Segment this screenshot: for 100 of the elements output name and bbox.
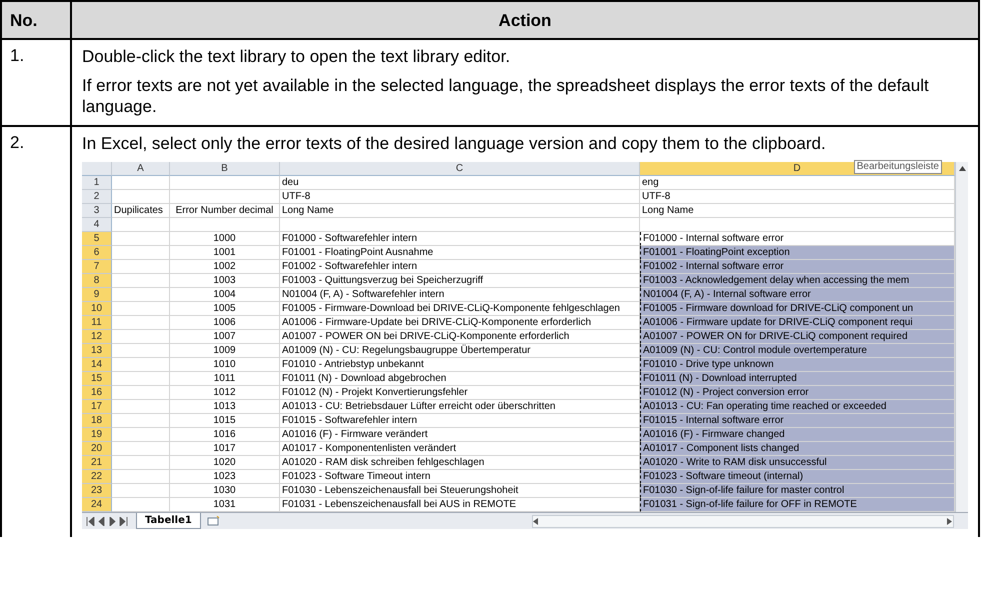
spreadsheet-cell: A01020 - RAM disk schreiben fehlgeschlagen: [280, 456, 640, 470]
spreadsheet-cell: F01012 (N) - Project conversion error: [640, 386, 955, 400]
spreadsheet-cell: [112, 414, 170, 428]
spreadsheet-cell: 1001: [170, 246, 280, 260]
spreadsheet-cell: 1004: [170, 288, 280, 302]
spreadsheet-cell: [112, 232, 170, 246]
row-header[interactable]: 5: [82, 232, 112, 246]
spreadsheet-cell: N01004 (F, A) - Internal software error: [640, 288, 955, 302]
column-header[interactable]: A: [112, 162, 170, 176]
row-header[interactable]: 21: [82, 456, 112, 470]
spreadsheet-cell: A01007 - POWER ON bei DRIVE-CLiQ-Komponente erforderlich: [280, 330, 640, 344]
row-header[interactable]: 22: [82, 470, 112, 484]
row-header[interactable]: 10: [82, 302, 112, 316]
spreadsheet-cell: [112, 260, 170, 274]
select-all-corner[interactable]: [82, 162, 112, 176]
spreadsheet-cell: [112, 274, 170, 288]
spreadsheet-cell: A01017 - Komponentenlisten verändert: [280, 442, 640, 456]
spreadsheet-cell: 1016: [170, 428, 280, 442]
scroll-right-icon: [947, 518, 953, 524]
scroll-left-icon: [533, 518, 539, 524]
spreadsheet-cell: 1031: [170, 498, 280, 512]
spreadsheet-cell: F01030 - Lebenszeichenausfall bei Steuerungshoheit: [280, 484, 640, 498]
column-letter: A: [137, 163, 144, 174]
row-header[interactable]: 7: [82, 260, 112, 274]
spreadsheet-cell: A01016 (F) - Firmware changed: [640, 428, 955, 442]
row-header[interactable]: 24: [82, 498, 112, 512]
row-header[interactable]: 17: [82, 400, 112, 414]
row-header[interactable]: 11: [82, 316, 112, 330]
spreadsheet-cell: 1017: [170, 442, 280, 456]
spreadsheet-cell: F01000 - Softwarefehler intern: [280, 232, 640, 246]
spreadsheet-cell: [112, 358, 170, 372]
column-header[interactable]: C: [280, 162, 640, 176]
spreadsheet-cell: F01015 - Softwarefehler intern: [280, 414, 640, 428]
scroll-up-icon: [958, 166, 966, 171]
spreadsheet-cell: A01009 (N) - CU: Control module overtemperature: [640, 344, 955, 358]
spreadsheet-cell: [112, 456, 170, 470]
spreadsheet-cell: F01012 (N) - Projekt Konvertierungsfehler: [280, 386, 640, 400]
row-header[interactable]: 3: [82, 204, 112, 218]
row-header[interactable]: 18: [82, 414, 112, 428]
spreadsheet-cell: [112, 442, 170, 456]
spreadsheet-cell: 1006: [170, 316, 280, 330]
tooltip: Bearbeitungsleiste: [854, 160, 942, 174]
row-header[interactable]: 1: [82, 176, 112, 190]
spreadsheet-cell: Long Name: [280, 204, 640, 218]
spreadsheet-cell: 1023: [170, 470, 280, 484]
spreadsheet-cell: A01007 - POWER ON for DRIVE-CLiQ component required: [640, 330, 955, 344]
spreadsheet-cell: A01006 - Firmware update for DRIVE-CLiQ component requi: [640, 316, 955, 330]
spreadsheet-cell: 1012: [170, 386, 280, 400]
column-header[interactable]: D Bearbeitungsleiste: [640, 162, 955, 176]
spreadsheet-cell: F01002 - Internal software error: [640, 260, 955, 274]
spreadsheet-cell: [112, 386, 170, 400]
spreadsheet-cell: F01003 - Quittungsverzug bei Speicherzugriff: [280, 274, 640, 288]
sheet-navigation-icon[interactable]: [86, 516, 130, 526]
row-header[interactable]: 12: [82, 330, 112, 344]
sheet-tab[interactable]: Tabelle1: [136, 513, 201, 529]
spreadsheet-cell: [112, 316, 170, 330]
row-header[interactable]: 23: [82, 484, 112, 498]
row-header[interactable]: 16: [82, 386, 112, 400]
spreadsheet-cell: [112, 400, 170, 414]
instruction-text: Double-click the text library to open the text library editor.: [82, 46, 512, 67]
spreadsheet-cell: F01015 - Internal software error: [640, 414, 955, 428]
spreadsheet-cell: F01001 - FloatingPoint Ausnahme: [280, 246, 640, 260]
step-number: 1.: [10, 46, 24, 65]
spreadsheet-cell: Long Name: [640, 204, 955, 218]
spreadsheet-cell: F01011 (N) - Download interrupted: [640, 372, 955, 386]
spreadsheet-cell: [112, 330, 170, 344]
spreadsheet-cell: A01009 (N) - CU: Regelungsbaugruppe Übertemperatur: [280, 344, 640, 358]
spreadsheet-cell: [112, 288, 170, 302]
spreadsheet-cell: 1020: [170, 456, 280, 470]
row-header[interactable]: 2: [82, 190, 112, 204]
row-header[interactable]: 4: [82, 218, 112, 232]
spreadsheet-cell: [112, 372, 170, 386]
spreadsheet-cell: F01023 - Software Timeout intern: [280, 470, 640, 484]
row-header[interactable]: 9: [82, 288, 112, 302]
row-header[interactable]: 20: [82, 442, 112, 456]
row-header[interactable]: 8: [82, 274, 112, 288]
column-heading: No.: [2, 2, 72, 40]
row-header[interactable]: 19: [82, 428, 112, 442]
horizontal-scrollbar[interactable]: [532, 514, 954, 528]
spreadsheet-cell: [112, 190, 170, 204]
new-sheet-icon[interactable]: [206, 516, 221, 526]
instruction-text: If error texts are not yet available in the selected language, the spreadsheet displays the error texts of the default language.: [82, 75, 930, 117]
row-header[interactable]: 6: [82, 246, 112, 260]
spreadsheet-cell: F01010 - Drive type unknown: [640, 358, 955, 372]
column-letter: B: [221, 163, 228, 174]
spreadsheet-cell: Error Number decimal: [170, 204, 280, 218]
spreadsheet-cell: A01016 (F) - Firmware verändert: [280, 428, 640, 442]
row-header[interactable]: 14: [82, 358, 112, 372]
row-header[interactable]: 15: [82, 372, 112, 386]
column-header[interactable]: B: [170, 162, 280, 176]
row-header[interactable]: 13: [82, 344, 112, 358]
spreadsheet-cell: 1009: [170, 344, 280, 358]
spreadsheet-cell: [112, 246, 170, 260]
spreadsheet-cell: 1015: [170, 414, 280, 428]
spreadsheet-cell: A01017 - Component lists changed: [640, 442, 955, 456]
spreadsheet-cell: [112, 498, 170, 512]
spreadsheet-cell: F01031 - Lebenszeichenausfall bei AUS in REMOTE: [280, 498, 640, 512]
vertical-scrollbar[interactable]: [955, 162, 968, 512]
spreadsheet-cell: 1010: [170, 358, 280, 372]
spreadsheet-cell: F01000 - Internal software error: [640, 232, 955, 246]
